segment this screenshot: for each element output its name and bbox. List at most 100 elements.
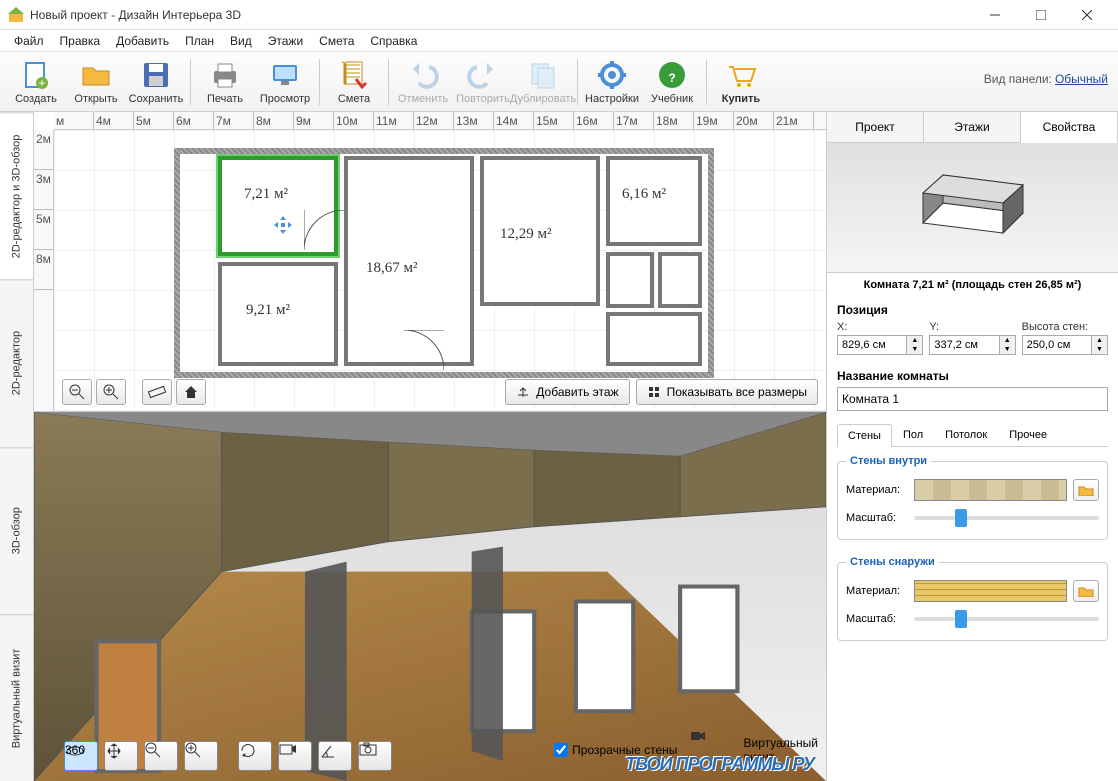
walls-inside-group: Стены внутри Материал: Масштаб: [837,455,1108,540]
inside-material-swatch[interactable] [914,479,1067,501]
plan-2d-view[interactable]: м4м5м6м7м8м9м10м11м12м13м14м15м16м17м18м… [34,112,826,412]
snapshot-button[interactable] [358,741,392,771]
redo-button[interactable]: Повторить [453,54,513,110]
view-3d[interactable]: 360 Прозрачные стены Виртуальный визит [34,412,826,781]
home-button[interactable] [176,379,206,405]
ruler-horizontal: м4м5м6м7м8м9м10м11м12м13м14м15м16м17м18м… [54,112,826,130]
zoom-out-3d-button[interactable] [144,741,178,771]
measure-button[interactable] [142,379,172,405]
inside-scale-slider[interactable] [914,507,1099,529]
outside-material-browse[interactable] [1073,580,1099,602]
vtab-2d-3d[interactable]: 2D-редактор и 3D-обзор [0,112,33,279]
room-name-input[interactable] [837,387,1108,411]
y-input[interactable]: ▲▼ [929,335,1015,355]
folder-icon [1078,585,1094,597]
print-button[interactable]: Печать [195,54,255,110]
close-button[interactable] [1064,0,1110,30]
y-label: Y: [929,321,1015,333]
rtab-properties[interactable]: Свойства [1021,112,1118,143]
buy-button[interactable]: Купить [711,54,771,110]
room-label-2: 18,67 м² [366,260,418,277]
vtab-virtual[interactable]: Виртуальный визит [0,614,33,781]
view3d-tool-strip: 360 [64,741,392,771]
room-label-1: 7,21 м² [244,186,288,203]
room-label-5: 9,21 м² [246,302,290,319]
walls-outside-group: Стены снаружи Материал: Масштаб: [837,556,1108,641]
ruler-vertical: 2м3м5м8м [34,130,54,411]
window-title: Новый проект - Дизайн Интерьера 3D [30,8,972,22]
estimate-button[interactable]: Смета [324,54,384,110]
room-info-label: Комната 7,21 м² (площадь стен 26,85 м²) [827,273,1118,297]
camera-icon [691,730,739,771]
rtab-floors[interactable]: Этажи [924,112,1021,142]
titlebar: Новый проект - Дизайн Интерьера 3D [0,0,1118,30]
rotate-button[interactable] [238,741,272,771]
move-handle-icon[interactable] [274,216,292,234]
duplicate-button[interactable]: Дублировать [513,54,573,110]
create-button[interactable]: +Создать [6,54,66,110]
subtab-floor[interactable]: Пол [892,423,934,446]
outside-material-swatch[interactable] [914,580,1067,602]
orbit-360-button[interactable]: 360 [64,741,98,771]
menu-add[interactable]: Добавить [108,32,177,50]
workspace: м4м5м6м7м8м9м10м11м12м13м14м15м16м17м18м… [34,112,826,781]
settings-button[interactable]: Настройки [582,54,642,110]
material-label: Материал: [846,484,908,496]
menu-floors[interactable]: Этажи [260,32,311,50]
inside-material-browse[interactable] [1073,479,1099,501]
scale-label: Масштаб: [846,512,908,524]
menu-help[interactable]: Справка [362,32,425,50]
angle-button[interactable] [318,741,352,771]
room-label-3: 12,29 м² [500,226,552,243]
app-icon [8,7,24,23]
zoom-in-button[interactable] [96,379,126,405]
svg-text:+: + [38,76,45,90]
menu-file[interactable]: Файл [6,32,52,50]
save-button[interactable]: Сохранить [126,54,186,110]
svg-text:?: ? [668,71,675,85]
material-label-2: Материал: [846,585,908,597]
room-label-4: 6,16 м² [622,186,666,203]
panel-mode-label: Вид панели: Обычный [984,72,1108,86]
vtab-3d[interactable]: 3D-обзор [0,447,33,614]
folder-icon [1078,484,1094,496]
outside-scale-slider[interactable] [914,608,1099,630]
menu-estimate[interactable]: Смета [311,32,362,50]
subtab-walls[interactable]: Стены [837,424,892,447]
add-floor-button[interactable]: Добавить этаж [505,379,629,405]
panel-mode-link[interactable]: Обычный [1055,72,1108,86]
transparent-walls-checkbox[interactable]: Прозрачные стены [554,743,677,757]
x-label: X: [837,321,923,333]
x-input[interactable]: ▲▼ [837,335,923,355]
subtab-other[interactable]: Прочее [998,423,1058,446]
menu-edit[interactable]: Правка [52,32,109,50]
virtual-visit-button[interactable]: Виртуальный визит [691,730,818,771]
undo-button[interactable]: Отменить [393,54,453,110]
plan-tool-strip [62,379,206,405]
show-dimensions-button[interactable]: Показывать все размеры [636,379,818,405]
pan-button[interactable] [104,741,138,771]
subtab-ceiling[interactable]: Потолок [934,423,998,446]
maximize-button[interactable] [1018,0,1064,30]
vtab-2d[interactable]: 2D-редактор [0,279,33,446]
preview-button[interactable]: Просмотр [255,54,315,110]
vertical-tabs: 2D-редактор и 3D-обзор 2D-редактор 3D-об… [0,112,34,781]
camera-button[interactable] [278,741,312,771]
menu-plan[interactable]: План [177,32,222,50]
height-label: Высота стен: [1022,321,1108,333]
menu-view[interactable]: Вид [222,32,260,50]
position-heading: Позиция [827,297,1118,319]
zoom-out-button[interactable] [62,379,92,405]
toolbar: +Создать Открыть Сохранить Печать Просмо… [0,52,1118,112]
zoom-in-3d-button[interactable] [184,741,218,771]
height-input[interactable]: ▲▼ [1022,335,1108,355]
menubar: Файл Правка Добавить План Вид Этажи Смет… [0,30,1118,52]
open-button[interactable]: Открыть [66,54,126,110]
tutorial-button[interactable]: ?Учебник [642,54,702,110]
name-heading: Название комнаты [827,363,1118,385]
rtab-project[interactable]: Проект [827,112,924,142]
svg-text:360: 360 [65,743,85,757]
plan-canvas[interactable]: 7,21 м² 18,67 м² 12,29 м² 6,16 м² 9,21 м… [54,130,826,411]
add-floor-icon [516,385,530,399]
minimize-button[interactable] [972,0,1018,30]
